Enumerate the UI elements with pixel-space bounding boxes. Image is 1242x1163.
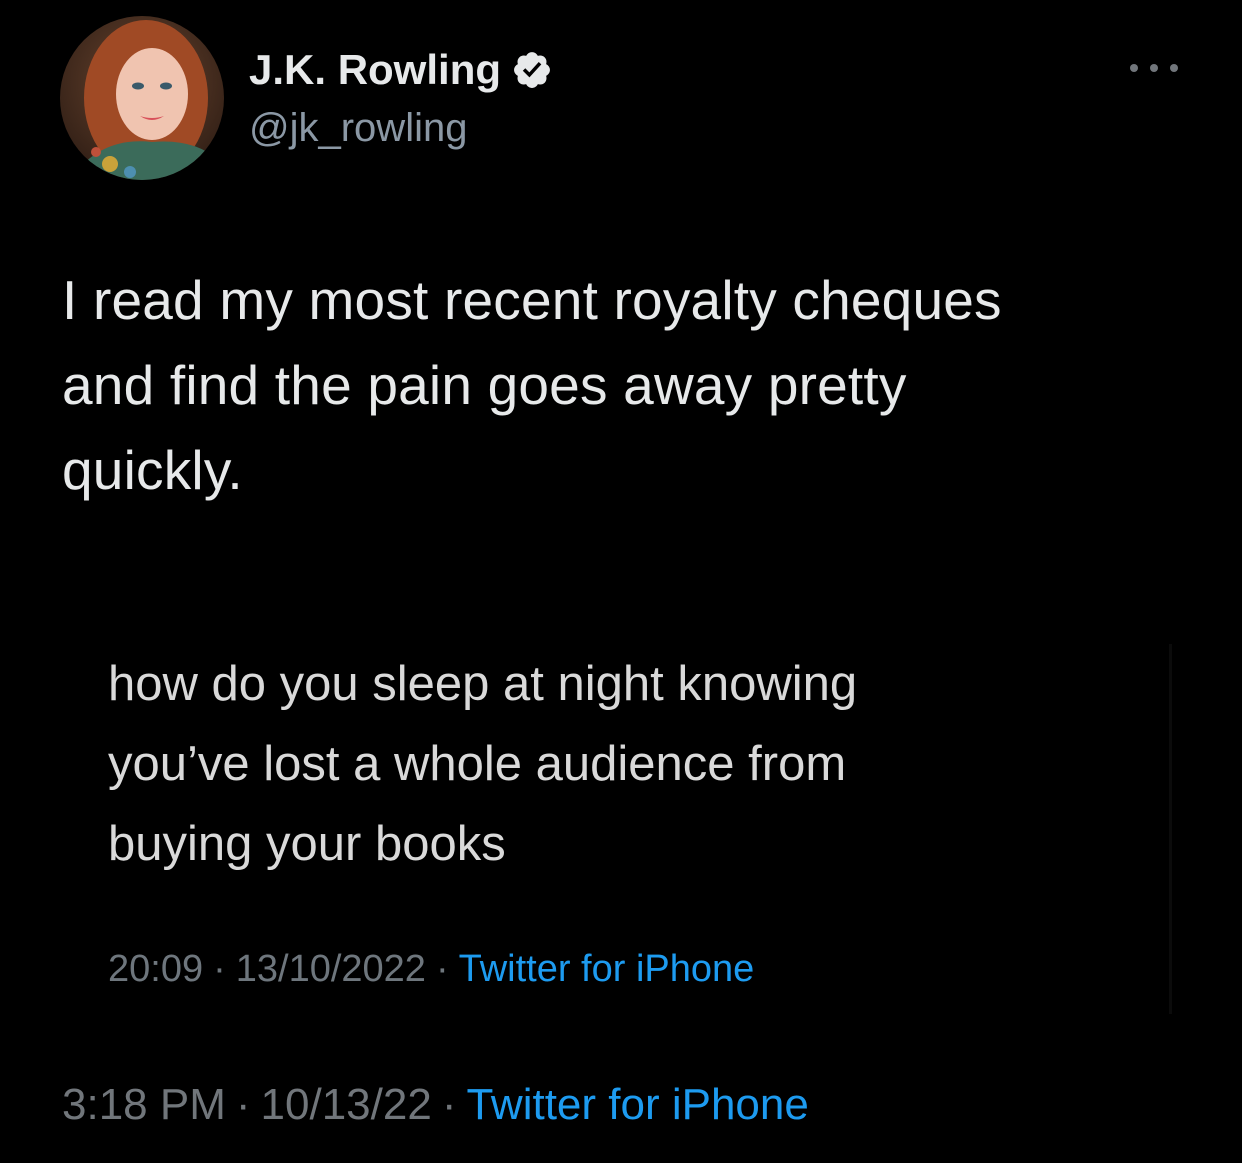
meta-separator: · (435, 948, 449, 990)
author-name[interactable]: J.K. Rowling (249, 46, 501, 94)
screenshot-source: Twitter for iPhone (458, 948, 755, 990)
screenshot-tweet-meta: 20:09 · 13/10/2022 · Twitter for iPhone (108, 948, 754, 991)
more-dots-icon (1150, 64, 1158, 72)
avatar-photo-icon (60, 16, 224, 180)
more-dots-icon (1130, 64, 1138, 72)
tweet-meta: 3:18 PM · 10/13/22 · Twitter for iPhone (62, 1080, 809, 1130)
image-edge-divider (1169, 644, 1172, 1014)
screenshot-time: 20:09 (108, 948, 204, 990)
screenshot-tweet-text: how do you sleep at night knowing you’ve… (108, 657, 858, 871)
tweet-card: J.K. Rowling @jk_rowling I read my most … (0, 0, 1242, 1163)
tweet-text: I read my most recent royalty cheques an… (62, 269, 1002, 501)
author-handle[interactable]: @jk_rowling (249, 106, 467, 151)
more-options-button[interactable] (1130, 50, 1178, 86)
verified-badge-icon (511, 49, 553, 91)
meta-separator: · (441, 1080, 457, 1129)
author-name-row[interactable]: J.K. Rowling (249, 42, 553, 98)
tweet-media-image[interactable]: how do you sleep at night knowing you’ve… (96, 620, 1172, 1020)
tweet-time[interactable]: 3:18 PM (62, 1080, 226, 1129)
tweet-date[interactable]: 10/13/22 (261, 1080, 432, 1129)
more-dots-icon (1170, 64, 1178, 72)
screenshot-date: 13/10/2022 (235, 948, 426, 990)
author-avatar[interactable] (60, 16, 224, 180)
meta-separator: · (235, 1080, 251, 1129)
tweet-source-link[interactable]: Twitter for iPhone (466, 1080, 808, 1129)
meta-separator: · (213, 948, 226, 990)
